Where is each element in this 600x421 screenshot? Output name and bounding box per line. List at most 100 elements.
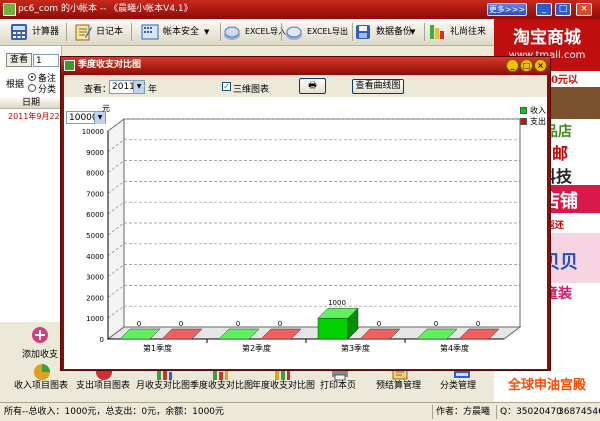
bar-value-label: 0	[476, 320, 480, 328]
status-separator	[496, 405, 497, 419]
three-d-checkbox[interactable]: ✓	[222, 82, 231, 91]
chevron-down-icon: ▼	[133, 81, 144, 93]
print-icon: 🖶	[308, 81, 317, 91]
close-button[interactable]: ×	[576, 3, 592, 16]
year-select[interactable]: 2011 ▼	[109, 80, 145, 94]
excel-import-button[interactable]: EXCEL导入	[223, 21, 286, 43]
annual-compare-label: 年度收支对比图	[252, 381, 316, 391]
y-tick-label: 8000	[86, 170, 104, 178]
radio-category[interactable]	[28, 84, 36, 92]
add-record-label: 添加收支	[22, 350, 59, 360]
dialog-titlebar: 季度收支对比图 _ □ ×	[61, 57, 550, 74]
y-tick-label: 3000	[86, 274, 104, 282]
ad-bottom-text: 全球申油宫殿	[507, 378, 586, 393]
dialog-minimize-button[interactable]: _	[506, 59, 519, 72]
x-tick-label: 第2季度	[242, 343, 271, 353]
excel-export-icon	[285, 23, 303, 41]
app-icon	[3, 3, 16, 16]
excel-export-button[interactable]: EXCEL导出	[285, 21, 349, 43]
quarterly-compare-label: 季度收支对比图	[190, 381, 254, 391]
notebook-button[interactable]: 日记本	[74, 21, 124, 43]
toolbar-separator	[281, 23, 282, 41]
dialog-body: 查看： 2011 ▼ 年 ✓ 三维图表 🖶 查看曲线图 10000 ▼ 收入 支…	[64, 75, 547, 369]
bar-front	[317, 317, 349, 340]
y-tick-label: 0	[100, 336, 104, 344]
toolbar-separator	[131, 23, 132, 41]
category-manage-label: 分类管理	[440, 381, 477, 391]
status-summary: 所有--总收入：1000元，总支出：0元，余额：1000元	[4, 407, 225, 417]
notebook-icon	[74, 23, 92, 41]
calculator-label: 计算器	[32, 27, 60, 37]
toolbar-separator	[352, 23, 353, 41]
maximize-button[interactable]: □	[555, 3, 571, 16]
bar-value-label: 0	[278, 320, 282, 328]
bar-value-label: 0	[236, 320, 240, 328]
bar-value-label: 1000	[328, 299, 346, 307]
print-page-label: 打印本页	[320, 381, 357, 391]
toolbar-separator	[66, 23, 67, 41]
status-author: 作者：方晨曦	[436, 407, 491, 417]
y-tick-label: 4000	[86, 253, 104, 261]
income-chart-label: 收入项目图表	[14, 381, 69, 391]
radio-category-label: 分类	[38, 85, 57, 95]
status-qq: Q：35020470	[500, 407, 562, 417]
quarterly-bar-chart: 元 0 1000 2000 3000 4000 5000 6000 7000 8000 9000 10…	[82, 104, 522, 353]
minimize-button[interactable]: _	[536, 3, 552, 16]
dialog-maximize-button[interactable]: □	[520, 59, 533, 72]
view-label: 查看：	[84, 85, 112, 95]
add-icon	[30, 325, 50, 345]
backup-label: 数据备份	[376, 27, 413, 37]
more-button[interactable]: 更多>>>	[487, 3, 527, 16]
security-button[interactable]: 帐本安全 ▼	[141, 21, 219, 43]
excel-export-label: EXCEL导出	[307, 27, 349, 36]
y-tick-label: 7000	[86, 190, 104, 198]
bar-value-label: 0	[179, 320, 183, 328]
window-titlebar: pc6_com 的小帐本 -- 《晨曦小帐本V4.1》 更多>>> _ □ ×	[0, 0, 600, 19]
notebook-label: 日记本	[96, 27, 124, 37]
view-count-value: 1	[36, 56, 42, 66]
y-tick-label: 5000	[86, 232, 104, 240]
chart-area: 10000 ▼ 收入 支出 元 0 1000 2000 3000 4000 5000 6000…	[64, 97, 547, 369]
record-row-date[interactable]: 2011年9月22日	[8, 111, 68, 122]
quarterly-chart-dialog: 季度收支对比图 _ □ × 查看： 2011 ▼ 年 ✓ 三维图表 🖶 查看曲线…	[60, 56, 551, 371]
y-tick-label: 10000	[82, 128, 104, 136]
ad-text-3: 邮	[552, 144, 569, 163]
three-d-label: 三维图表	[233, 85, 270, 95]
view-button[interactable]: 查看	[6, 53, 32, 67]
chevron-down-icon: ▼	[204, 28, 210, 36]
excel-import-label: EXCEL导入	[245, 27, 287, 36]
curve-chart-button[interactable]: 查看曲线图	[352, 79, 404, 94]
x-tick-label: 第4季度	[440, 343, 469, 353]
backup-icon	[354, 23, 372, 41]
date-column-header[interactable]: 日期	[0, 97, 62, 109]
toolbar: 计算器 日记本 帐本安全 ▼ EXCEL导入 EXCEL导出 数据备份 ▼ 礼尚…	[0, 19, 494, 46]
year-value: 2011	[112, 82, 135, 92]
dialog-close-button[interactable]: ×	[534, 59, 547, 72]
gift-label: 礼尚往来	[450, 27, 487, 37]
bar-value-label: 0	[137, 320, 141, 328]
gift-button[interactable]: 礼尚往来	[428, 21, 488, 43]
status-tel: 36874546	[558, 407, 600, 417]
gift-icon	[428, 23, 446, 41]
y-tick-label: 2000	[86, 294, 104, 302]
group-by-label: 根据	[6, 80, 25, 90]
y-tick-label: 6000	[86, 211, 104, 219]
chevron-down-icon: ▼	[410, 28, 416, 36]
y-axis-unit-label: 元	[102, 104, 110, 113]
calculator-icon	[10, 23, 28, 41]
backup-button[interactable]: 数据备份 ▼	[354, 21, 420, 43]
radio-remark[interactable]	[28, 73, 36, 81]
settlement-label: 预结算管理	[376, 381, 422, 391]
print-button[interactable]: 🖶	[299, 78, 326, 94]
bar-value-label: 0	[434, 320, 438, 328]
bar-value-label: 0	[377, 320, 381, 328]
view-count-input[interactable]: 1	[33, 54, 59, 67]
add-record-button[interactable]: 添加收支	[22, 325, 59, 360]
window-title: pc6_com 的小帐本 -- 《晨曦小帐本V4.1》	[18, 4, 193, 14]
toolbar-separator	[424, 23, 425, 41]
y-tick-label: 9000	[86, 149, 104, 157]
calculator-button[interactable]: 计算器	[10, 21, 60, 43]
status-bar: 所有--总收入：1000元，总支出：0元，余额：1000元 作者：方晨曦 Q：3…	[0, 402, 600, 421]
ad-headline: 淘宝商城	[513, 28, 581, 48]
status-separator	[432, 405, 433, 419]
